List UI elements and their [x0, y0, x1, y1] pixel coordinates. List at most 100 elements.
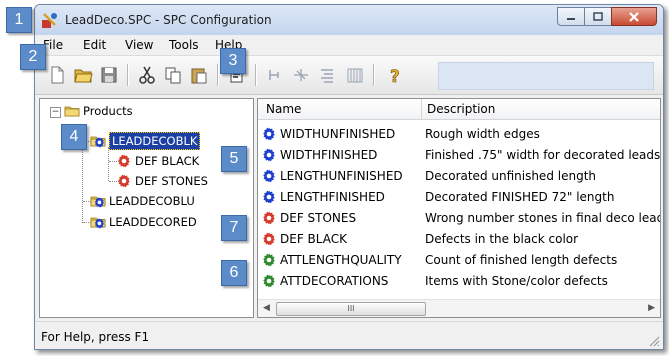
- tree-root-products[interactable]: Products: [64, 103, 133, 119]
- open-folder-icon[interactable]: [73, 65, 93, 85]
- column-divider[interactable]: [421, 99, 422, 119]
- toolbar: ?: [35, 56, 663, 95]
- blue-gear-icon: [261, 126, 277, 142]
- row-description: Defects in the black color: [425, 232, 579, 246]
- help-icon[interactable]: ?: [385, 65, 405, 85]
- minimize-icon: [567, 17, 575, 20]
- status-bar: For Help, press F1: [35, 321, 663, 349]
- scroll-left-icon[interactable]: ◀: [263, 303, 270, 313]
- blue-gear-folder-icon: [90, 193, 106, 209]
- tool-a-icon[interactable]: [265, 65, 285, 85]
- row-name: LENGTHUNFINISHED: [280, 169, 403, 183]
- green-gear-icon: [261, 273, 277, 289]
- red-gear-icon: [116, 173, 132, 189]
- application-window: LeadDeco.SPC - SPC Configuration File Ed…: [34, 4, 664, 350]
- tree-node-def-black[interactable]: DEF BLACK: [116, 153, 199, 169]
- tree-line: [108, 147, 109, 181]
- characteristics-list[interactable]: Name Description WIDTHUNFINISHED Rough w…: [257, 98, 661, 318]
- list-row[interactable]: LENGTHUNFINISHED Decorated unfinished le…: [258, 165, 660, 186]
- column-header-name[interactable]: Name: [266, 102, 301, 116]
- app-icon: [42, 13, 57, 28]
- list-row[interactable]: ATTDECORATIONS Items with Stone/color de…: [258, 270, 660, 291]
- tree-root-label: Products: [83, 104, 133, 118]
- scroll-right-icon[interactable]: ▶: [648, 303, 655, 313]
- callout-7: 7: [221, 215, 247, 241]
- paste-icon[interactable]: [189, 65, 209, 85]
- red-gear-icon: [261, 231, 277, 247]
- tree-node-leaddecored[interactable]: LEADDECORED: [90, 214, 197, 230]
- horizontal-scrollbar[interactable]: ◀ III ▶: [258, 299, 660, 317]
- callout-3: 3: [220, 48, 246, 74]
- list-row[interactable]: DEF STONES Wrong number stones in final …: [258, 207, 660, 228]
- list-row[interactable]: ATTLENGTHQUALITY Count of finished lengt…: [258, 249, 660, 270]
- column-header-description[interactable]: Description: [427, 102, 495, 116]
- row-name: ATTLENGTHQUALITY: [280, 253, 402, 267]
- list-row[interactable]: WIDTHFINISHED Finished .75" width for de…: [258, 144, 660, 165]
- tree-node-def-stones[interactable]: DEF STONES: [116, 173, 208, 189]
- green-gear-icon: [261, 252, 277, 268]
- cut-icon[interactable]: [137, 65, 157, 85]
- row-name: ATTDECORATIONS: [280, 274, 389, 288]
- scroll-thumb[interactable]: III: [276, 302, 426, 316]
- list-row[interactable]: LENGTHFINISHED Decorated FINISHED 72" le…: [258, 186, 660, 207]
- minimize-button[interactable]: [557, 7, 585, 26]
- toolbar-empty-area: [438, 62, 654, 90]
- list-row[interactable]: DEF BLACK Defects in the black color: [258, 228, 660, 249]
- title-bar[interactable]: LeadDeco.SPC - SPC Configuration: [35, 5, 663, 35]
- row-description: Decorated FINISHED 72" length: [425, 190, 615, 204]
- toolbar-separator: [127, 64, 129, 86]
- maximize-button[interactable]: [584, 7, 612, 26]
- close-icon: [629, 11, 639, 22]
- callout-6: 6: [221, 260, 247, 286]
- list-header: Name Description: [258, 99, 660, 120]
- collapse-toggle-icon[interactable]: −: [50, 107, 61, 118]
- blue-gear-icon: [261, 189, 277, 205]
- row-name: DEF STONES: [280, 211, 357, 225]
- tree-node-label: LEADDECOBLK: [109, 132, 201, 150]
- blue-gear-folder-icon: [90, 133, 106, 149]
- caption-buttons: [557, 7, 657, 26]
- row-description: Finished .75" width for decorated leads: [425, 148, 661, 162]
- tree-node-label: DEF STONES: [135, 174, 208, 188]
- tool-d-icon[interactable]: [345, 65, 365, 85]
- callout-2: 2: [20, 44, 46, 70]
- copy-icon[interactable]: [163, 65, 183, 85]
- row-name: LENGTHFINISHED: [280, 190, 385, 204]
- tree-node-leaddecoblu[interactable]: LEADDECOBLU: [90, 193, 195, 209]
- menu-tools[interactable]: Tools: [169, 38, 199, 52]
- close-button[interactable]: [611, 7, 657, 26]
- red-gear-icon: [116, 153, 132, 169]
- blue-gear-icon: [261, 168, 277, 184]
- callout-1: 1: [6, 7, 32, 33]
- products-folder-icon: [64, 103, 80, 119]
- save-icon[interactable]: [99, 65, 119, 85]
- menu-view[interactable]: View: [125, 38, 153, 52]
- menu-edit[interactable]: Edit: [83, 38, 106, 52]
- tree-node-leaddecoblk[interactable]: LEADDECOBLK: [90, 132, 201, 150]
- red-gear-icon: [261, 210, 277, 226]
- menu-bar: File Edit View Tools Help: [35, 35, 663, 56]
- tree-node-label: DEF BLACK: [135, 154, 200, 168]
- tool-c-icon[interactable]: [317, 65, 337, 85]
- tree-node-label: LEADDECOBLU: [109, 194, 195, 208]
- svg-text:?: ?: [390, 67, 400, 85]
- toolbar-separator: [373, 64, 375, 86]
- resize-grip-icon[interactable]: [646, 333, 660, 347]
- maximize-icon: [593, 11, 603, 21]
- blue-gear-icon: [261, 147, 277, 163]
- new-document-icon[interactable]: [47, 65, 67, 85]
- row-description: Wrong number stones in final deco lead: [425, 211, 661, 225]
- row-description: Count of finished length defects: [425, 253, 618, 267]
- row-description: Rough width edges: [425, 127, 540, 141]
- toolbar-separator: [217, 64, 219, 86]
- row-name: DEF BLACK: [280, 232, 347, 246]
- menu-file[interactable]: File: [43, 38, 63, 52]
- toolbar-separator: [255, 64, 257, 86]
- tree-node-label: LEADDECORED: [109, 215, 197, 229]
- row-description: Items with Stone/color defects: [425, 274, 608, 288]
- callout-4: 4: [61, 124, 87, 150]
- tool-b-icon[interactable]: [291, 65, 311, 85]
- list-row[interactable]: WIDTHUNFINISHED Rough width edges: [258, 123, 660, 144]
- row-name: WIDTHUNFINISHED: [280, 127, 396, 141]
- status-text: For Help, press F1: [41, 330, 150, 344]
